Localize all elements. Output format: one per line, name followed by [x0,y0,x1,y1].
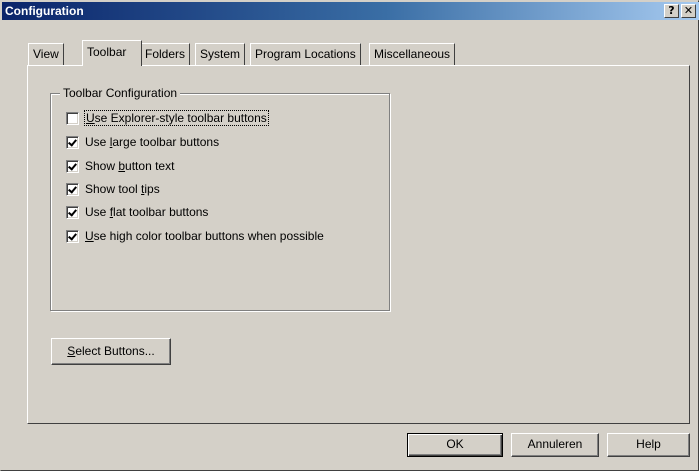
option-flat-buttons[interactable]: Use flat toolbar buttons [66,204,208,220]
close-button[interactable]: ✕ [681,4,696,18]
tab-program-locations[interactable]: Program Locations [250,43,361,65]
checkbox[interactable] [66,182,79,196]
option-label: Use flat toolbar buttons [85,205,209,219]
tab-miscellaneous-label: Miscellaneous [374,47,451,61]
option-label: Use Explorer-style toolbar buttons [84,110,269,126]
tab-folders-label: Folders [145,47,186,61]
option-label: Show tool tips [85,182,160,196]
tab-system-label: System [200,47,241,61]
option-label: Use large toolbar buttons [85,135,220,149]
select-buttons-button[interactable]: Select Buttons... [51,338,171,365]
option-explorer-style[interactable]: Use Explorer-style toolbar buttons [66,110,269,126]
tab-toolbar-label: Toolbar [87,45,127,59]
checkbox[interactable] [66,229,79,243]
tab-folders[interactable]: Folders [140,43,191,65]
checkbox[interactable] [66,111,79,125]
ok-button[interactable]: OK [407,433,503,457]
tab-view[interactable]: View [28,43,64,65]
close-icon: ✕ [683,4,694,17]
checkbox[interactable] [66,205,79,219]
option-label: Use high color toolbar buttons when poss… [85,229,324,243]
configuration-dialog: Configuration ? ✕ View Toolbar Folders S… [0,0,699,471]
option-high-color[interactable]: Use high color toolbar buttons when poss… [66,228,324,244]
tab-view-label: View [33,47,59,61]
question-mark-icon: ? [668,4,675,17]
checkbox[interactable] [66,159,79,173]
tab-program-locations-label: Program Locations [255,47,356,61]
checkbox[interactable] [66,135,79,149]
option-label: Show button text [85,159,175,173]
help-button[interactable]: Help [607,433,690,457]
cancel-button[interactable]: Annuleren [511,433,599,457]
title-bar[interactable]: Configuration ? ✕ [2,2,699,20]
tab-miscellaneous[interactable]: Miscellaneous [369,43,456,65]
group-title: Toolbar Configuration [60,86,181,100]
option-tool-tips[interactable]: Show tool tips [66,181,160,197]
tab-system[interactable]: System [195,43,246,65]
tab-toolbar[interactable]: Toolbar [82,40,142,66]
help-caption-button[interactable]: ? [664,4,679,18]
option-button-text[interactable]: Show button text [66,158,174,174]
option-large-buttons[interactable]: Use large toolbar buttons [66,134,219,150]
window-title: Configuration [5,4,84,18]
